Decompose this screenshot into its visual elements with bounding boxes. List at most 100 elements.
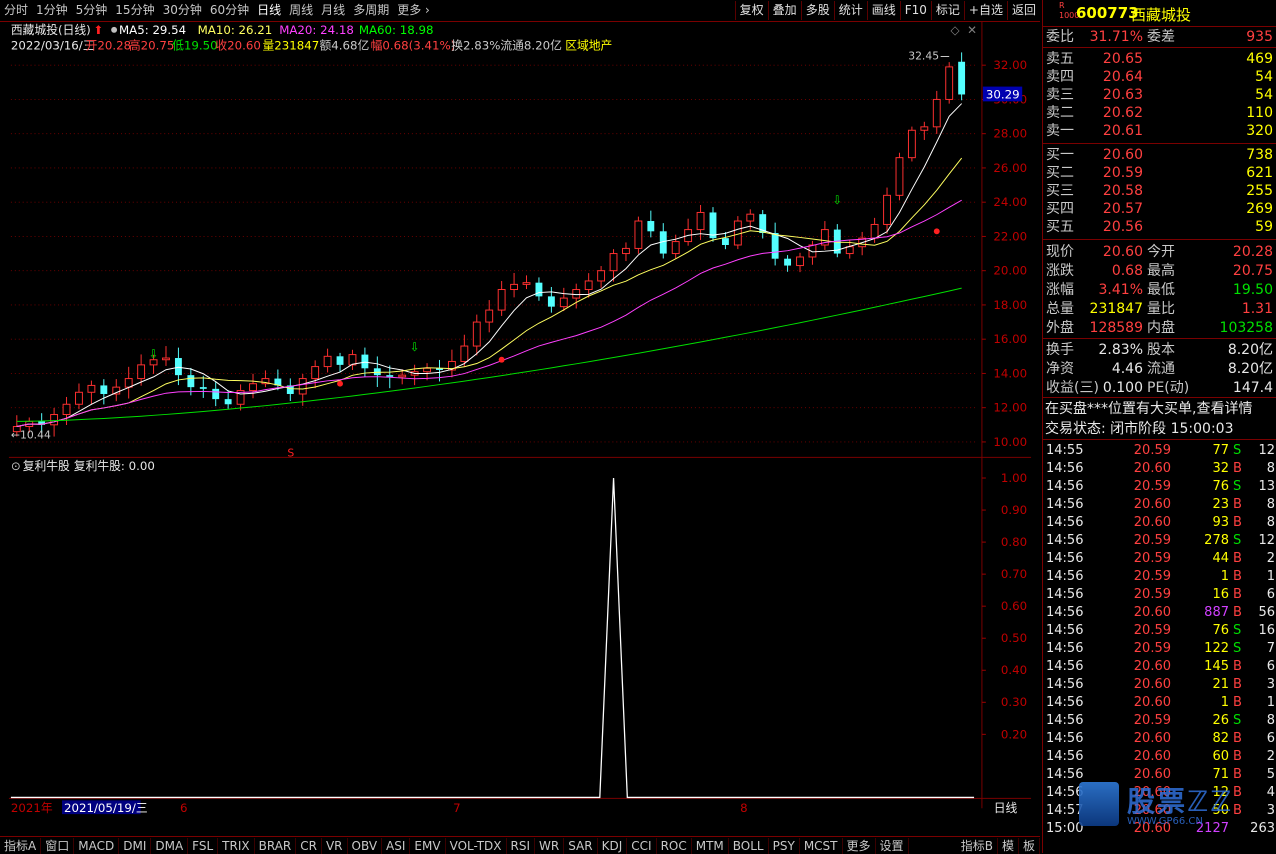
toolbar-button-0[interactable]: 复权 (734, 1, 768, 20)
indicator-tab-6[interactable]: TRIX (218, 837, 255, 854)
indicator-tab-12[interactable]: EMV (410, 837, 446, 854)
tick-count: 8 (1266, 515, 1275, 530)
toolbar-button-4[interactable]: 画线 (866, 1, 900, 20)
indicator-right-tab-2[interactable]: 板 (1019, 837, 1040, 854)
tick-count: 8 (1266, 713, 1275, 728)
separator (1043, 338, 1276, 339)
separator (1043, 143, 1276, 144)
indicator-tab-19[interactable]: ROC (657, 837, 692, 854)
indicator-tab-9[interactable]: VR (322, 837, 348, 854)
close-icon[interactable]: ✕ (967, 23, 977, 37)
toolbar-button-8[interactable]: 返回 (1006, 1, 1040, 20)
indicator-tab-4[interactable]: DMA (151, 837, 189, 854)
bid-row-2-label: 买三 (1046, 183, 1074, 199)
indicator-tab-17[interactable]: KDJ (598, 837, 628, 854)
tick-volume: 93 (1212, 515, 1229, 530)
info-item-7: 换2.83% (451, 39, 500, 53)
period-tab-1[interactable]: 1分钟 (32, 0, 72, 21)
watermark-sub: WWW.GP66.CN (1127, 816, 1203, 827)
indicator-tab-2[interactable]: MACD (74, 837, 120, 854)
indicator-tab-7[interactable]: BRAR (255, 837, 297, 854)
period-tab-0[interactable]: 分时 (0, 0, 32, 21)
tick-side: B (1233, 587, 1242, 602)
period-tab-6[interactable]: 日线 (253, 0, 285, 21)
info-item-8: 流通8.20亿 (500, 39, 562, 53)
tick-row: 14:56 20.59 44 B 2 (1043, 550, 1276, 568)
ask-row-0-label: 卖五 (1046, 51, 1074, 67)
date-axis-label: 2021/05/19/三 (64, 801, 148, 815)
toolbar-button-3[interactable]: 统计 (833, 1, 867, 20)
stat2-label-a: 换手 (1046, 342, 1074, 358)
toolbar-button-5[interactable]: F10 (899, 1, 931, 20)
candle-down (100, 385, 108, 394)
stat-label-b: 量比 (1147, 301, 1175, 317)
indicator-tab-20[interactable]: MTM (692, 837, 729, 854)
indicator-collapse-icon[interactable]: ⊙ (11, 459, 21, 473)
tick-side: B (1233, 605, 1242, 620)
indicator-tab-23[interactable]: MCST (800, 837, 843, 854)
bid-row-2-vol: 255 (1246, 183, 1273, 199)
diamond-icon[interactable]: ◇ (950, 23, 960, 37)
indicator-tab-15[interactable]: WR (535, 837, 565, 854)
period-tab-8[interactable]: 月线 (317, 0, 349, 21)
indicator-tab-25[interactable]: 设置 (876, 837, 909, 854)
period-tab-3[interactable]: 15分钟 (111, 0, 158, 21)
separator (1043, 26, 1276, 27)
indicator-tab-22[interactable]: PSY (769, 837, 800, 854)
indicator-axis-label: 0.30 (1001, 695, 1027, 709)
indicator-tab-3[interactable]: DMI (119, 837, 152, 854)
indicator-tab-0[interactable]: 指标A (0, 837, 42, 854)
candle-up (895, 157, 904, 196)
toolbar-button-6[interactable]: 标记 (930, 1, 964, 20)
period-tab-10[interactable]: 更多 › (393, 0, 434, 21)
price-axis-label: 10.00 (993, 435, 1027, 449)
candle-up (137, 364, 146, 380)
big-order-notice[interactable]: 在买盘***位置有大买单,查看详情 (1043, 400, 1276, 418)
toolbar-button-2[interactable]: 多股 (800, 1, 834, 20)
indicator-tab-5[interactable]: FSL (188, 837, 219, 854)
period-tab-9[interactable]: 多周期 (349, 0, 393, 21)
tick-price: 20.60 (1133, 659, 1171, 674)
indicator-right-tab-0[interactable]: 指标B (957, 837, 998, 854)
indicator-axis-label: 0.80 (1001, 535, 1027, 549)
indicator-tab-14[interactable]: RSI (507, 837, 536, 854)
indicator-tab-18[interactable]: CCI (627, 837, 657, 854)
stat-row-2: 涨幅 3.41% 最低 19.50 (1043, 281, 1276, 299)
indicator-tab-8[interactable]: CR (296, 837, 322, 854)
candle-down (784, 258, 792, 266)
bid-row-3: 买四 20.57 269 (1043, 200, 1276, 218)
stat2-label-a: 净资 (1046, 361, 1074, 377)
info-item-2: 低19.50 (172, 39, 218, 53)
candle-down (386, 375, 394, 377)
period-tab-2[interactable]: 5分钟 (72, 0, 112, 21)
indicator-tab-10[interactable]: OBV (348, 837, 383, 854)
indicator-tab-16[interactable]: SAR (564, 837, 598, 854)
indicator-tab-24[interactable]: 更多 (843, 837, 876, 854)
candle-up (932, 98, 941, 128)
candle-up (870, 223, 879, 239)
kline-chart[interactable]: 西藏城投(日线) ⬆ MA5: 29.54 MA10: 26.21 MA20: 24.1… (0, 22, 1040, 822)
period-tab-4[interactable]: 30分钟 (159, 0, 206, 21)
tick-side: B (1233, 515, 1242, 530)
tick-side: B (1233, 551, 1242, 566)
tick-price: 20.60 (1133, 515, 1171, 530)
indicator-right-tab-1[interactable]: 模 (998, 837, 1019, 854)
tick-volume: 1 (1220, 695, 1229, 710)
tick-count: 16 (1258, 623, 1275, 638)
tick-volume: 77 (1212, 443, 1229, 458)
candle-up (945, 66, 954, 100)
indicator-tab-1[interactable]: 窗口 (41, 837, 75, 854)
indicator-tab-11[interactable]: ASI (382, 837, 411, 854)
candle-up (472, 321, 481, 347)
tick-price: 20.60 (1133, 605, 1171, 620)
tick-price: 20.59 (1133, 533, 1171, 548)
toolbar-button-7[interactable]: +自选 (963, 1, 1007, 20)
toolbar-button-1[interactable]: 叠加 (767, 1, 801, 20)
info-date: 2022/03/16/三 (11, 39, 95, 53)
indicator-tab-21[interactable]: BOLL (729, 837, 769, 854)
ask-row-3-label: 卖二 (1046, 105, 1074, 121)
tick-count: 1 (1266, 695, 1275, 710)
indicator-tab-13[interactable]: VOL-TDX (446, 837, 507, 854)
period-tab-7[interactable]: 周线 (285, 0, 317, 21)
period-tab-5[interactable]: 60分钟 (206, 0, 253, 21)
